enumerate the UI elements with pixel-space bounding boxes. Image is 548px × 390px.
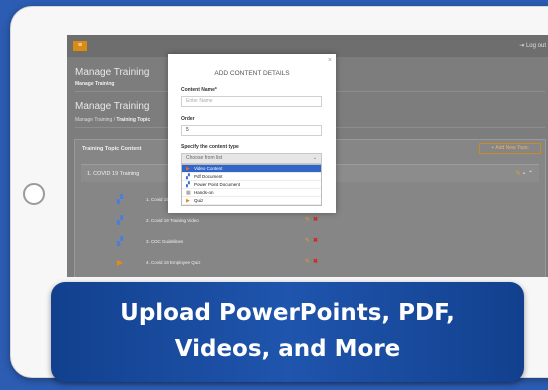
- breadcrumb-current: Training Topic: [116, 117, 151, 123]
- item-label: 2. Covid 19 Training Video: [146, 218, 199, 223]
- content-type-options: ▶ Video Content ▞ Pdf Document ▞ Power Poin…: [181, 164, 322, 206]
- promo-banner: Upload PowerPoints, PDF, Videos, and Mor…: [51, 282, 524, 382]
- pdf-icon: ▞: [186, 174, 190, 180]
- page-subtitle: Manage Training: [75, 81, 115, 87]
- item-label: 4. Covid 19 Employee Quiz: [146, 260, 201, 265]
- edit-icon[interactable]: ✎: [305, 259, 310, 265]
- content-type-label: Specify the content type: [181, 144, 239, 150]
- banner-line-2: Videos, and More: [174, 336, 401, 362]
- item-actions: ✎✖: [305, 216, 318, 223]
- chevron-up-icon[interactable]: ⌃: [528, 171, 533, 177]
- item-actions: ✎✖: [305, 237, 318, 244]
- quiz-icon: ▶: [186, 198, 190, 204]
- option-power-point-document[interactable]: ▞ Power Point Document: [182, 181, 321, 189]
- page-title: Manage Training: [75, 67, 150, 78]
- add-new-topic-button[interactable]: + Add New Topic: [479, 143, 541, 154]
- powerpoint-icon: ▞: [186, 182, 190, 188]
- pdf-icon: ▞: [117, 195, 124, 204]
- close-icon[interactable]: ×: [328, 57, 332, 64]
- option-quiz[interactable]: ▶ Quiz: [182, 197, 321, 205]
- modal-title: ADD CONTENT DETAILS: [214, 70, 290, 77]
- pdf-icon: ▞: [117, 237, 124, 246]
- content-type-select[interactable]: Choose from list ⌄: [181, 153, 322, 164]
- trash-icon[interactable]: ▪: [523, 171, 525, 177]
- video-icon: ▶: [186, 166, 190, 172]
- chevron-down-icon: ⌄: [312, 155, 317, 161]
- option-hands-on[interactable]: ▦ Hands-on: [182, 189, 321, 197]
- edit-icon[interactable]: ✎: [305, 217, 310, 223]
- option-label: Power Point Document: [194, 182, 241, 187]
- home-button[interactable]: [23, 183, 45, 205]
- delete-icon[interactable]: ✖: [313, 259, 318, 265]
- option-label: Video Content: [194, 166, 223, 171]
- option-label: Quiz: [194, 198, 204, 203]
- item-actions: ✎✖: [305, 258, 318, 265]
- banner-line-1: Upload PowerPoints, PDF,: [120, 300, 455, 326]
- order-input[interactable]: 5: [181, 125, 322, 136]
- breadcrumb: Manage Training / Training Topic: [75, 117, 150, 123]
- breadcrumb-item[interactable]: Manage Training: [75, 117, 112, 123]
- option-pdf-document[interactable]: ▞ Pdf Document: [182, 173, 321, 181]
- topic-name: 1. COVID 19 Training: [87, 171, 140, 177]
- order-label: Order: [181, 116, 195, 122]
- content-name-input[interactable]: Enter Name: [181, 96, 322, 107]
- panel-title: Training Topic Content: [82, 146, 142, 152]
- logout-link[interactable]: ⇥ Log out: [519, 42, 546, 49]
- breadcrumb-separator: /: [113, 117, 116, 123]
- hands-on-icon: ▦: [186, 190, 191, 196]
- logout-label: Log out: [525, 43, 546, 49]
- item-label: 3. CDC Guidelines: [146, 239, 184, 244]
- topic-actions: ✎ ▪ ⌃: [516, 170, 533, 177]
- menu-icon[interactable]: ≡: [73, 41, 87, 51]
- pdf-icon: ▞: [117, 216, 124, 225]
- delete-icon[interactable]: ✖: [313, 217, 318, 223]
- add-content-modal: × ADD CONTENT DETAILS Content Name* Ente…: [168, 54, 336, 213]
- option-label: Hands-on: [194, 190, 214, 195]
- edit-icon[interactable]: ✎: [305, 238, 310, 244]
- option-label: Pdf Document: [194, 174, 223, 179]
- section-title: Manage Training: [75, 101, 150, 112]
- delete-icon[interactable]: ✖: [313, 238, 318, 244]
- option-video-content[interactable]: ▶ Video Content: [182, 165, 321, 173]
- content-name-label: Content Name*: [181, 87, 217, 93]
- edit-icon[interactable]: ✎: [516, 171, 521, 177]
- quiz-icon: ▶: [117, 258, 124, 267]
- select-placeholder: Choose from list: [186, 155, 223, 161]
